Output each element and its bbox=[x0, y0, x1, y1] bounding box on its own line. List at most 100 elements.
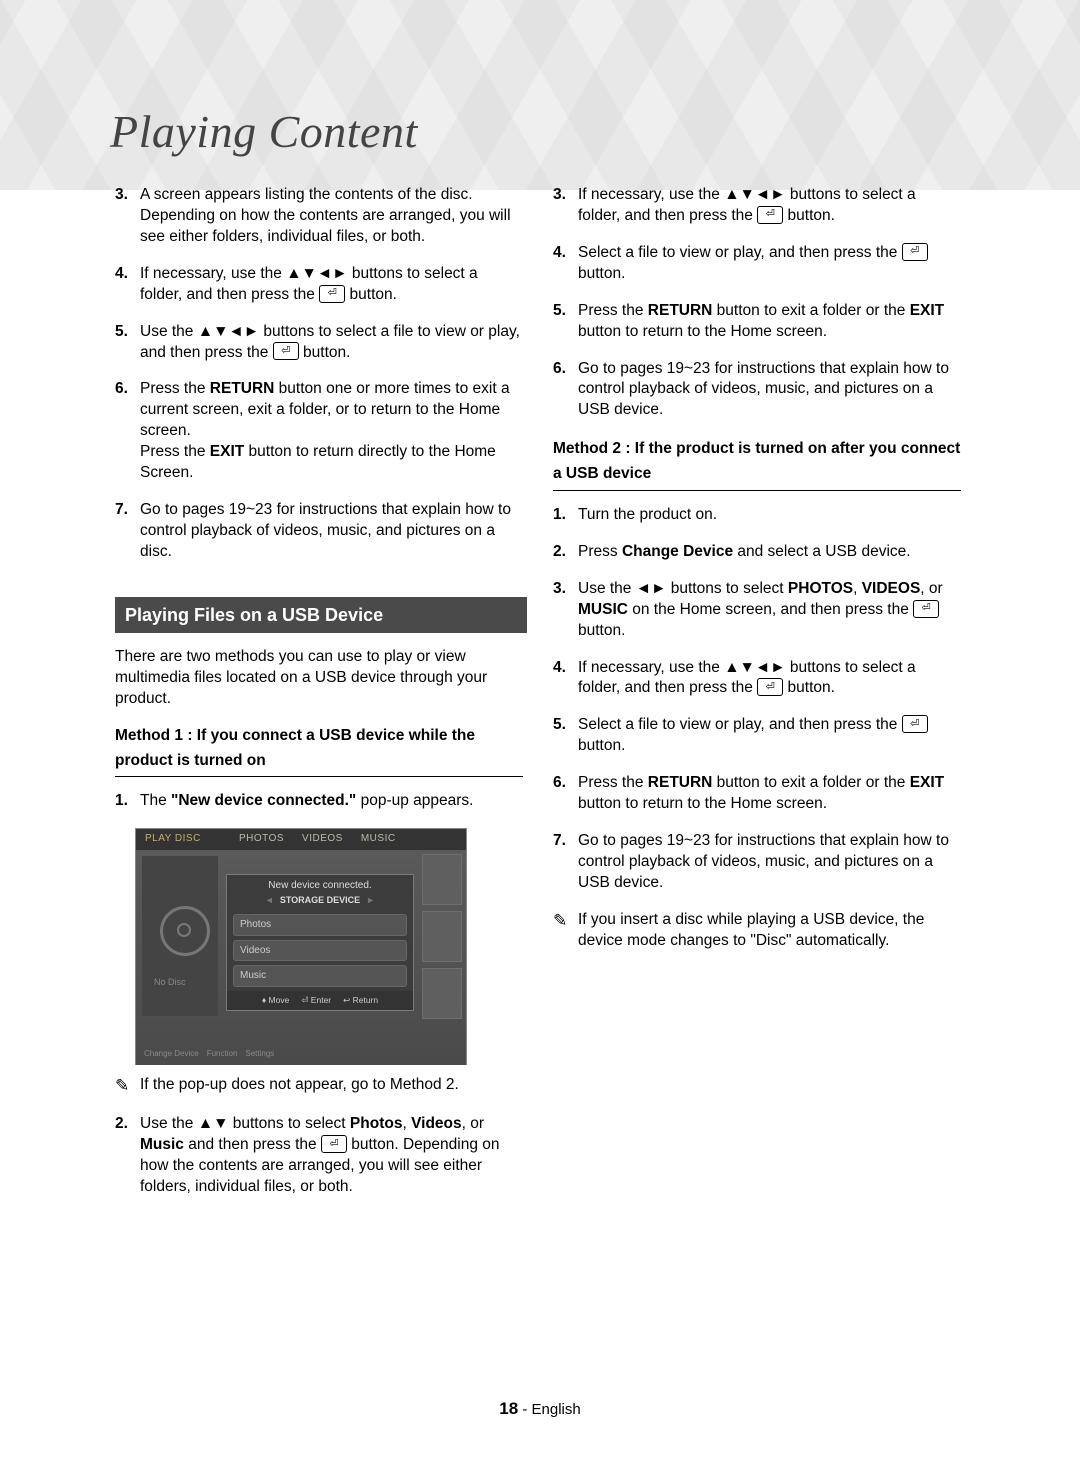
right-arrow-icon: ► bbox=[366, 894, 375, 906]
step-4: 4. If necessary, use the ▲▼◄► buttons to… bbox=[115, 264, 523, 306]
bottom-function: Function bbox=[207, 1049, 238, 1060]
popup-footer-move: ♦ Move bbox=[262, 995, 289, 1006]
step-body: If necessary, use the ▲▼◄► buttons to se… bbox=[578, 658, 961, 700]
m2-step-7: 7. Go to pages 19~23 for instructions th… bbox=[553, 831, 961, 894]
bold-text: RETURN bbox=[648, 302, 713, 319]
text: button to return to the Home screen. bbox=[578, 795, 827, 812]
method2-heading: Method 2 : If the product is turned on a… bbox=[553, 437, 961, 491]
page-title: Playing Content bbox=[110, 105, 418, 158]
m1-step-1: 1. The "New device connected." pop-up ap… bbox=[115, 791, 523, 812]
text: Press the bbox=[140, 380, 210, 397]
popup-item-photos: Photos bbox=[233, 914, 407, 936]
step-num: 4. bbox=[553, 658, 578, 700]
bold-text: PHOTOS bbox=[788, 580, 853, 597]
text: and select a USB device. bbox=[733, 543, 911, 560]
step-num: 6. bbox=[553, 359, 578, 422]
step-body: Go to pages 19~23 for instructions that … bbox=[578, 359, 961, 422]
tile-icon bbox=[422, 968, 462, 1019]
enter-icon: ⏎ bbox=[321, 1135, 347, 1153]
bold-text: Photos bbox=[350, 1115, 403, 1132]
note-icon: ✎ bbox=[553, 910, 578, 952]
text: button. bbox=[783, 679, 835, 696]
step-body: If necessary, use the ▲▼◄► buttons to se… bbox=[140, 264, 523, 306]
step-body: Turn the product on. bbox=[578, 505, 961, 526]
r-step-3: 3. If necessary, use the ▲▼◄► buttons to… bbox=[553, 185, 961, 227]
ds-tab-photos: PHOTOS bbox=[230, 829, 293, 850]
step-body: Press the RETURN button to exit a folder… bbox=[578, 301, 961, 343]
bold-text: VIDEOS bbox=[862, 580, 921, 597]
step-num: 2. bbox=[115, 1114, 140, 1198]
step-7: 7. Go to pages 19~23 for instructions th… bbox=[115, 500, 523, 563]
text: Use the bbox=[140, 323, 198, 340]
step-num: 5. bbox=[553, 301, 578, 343]
text: Use the bbox=[140, 1115, 198, 1132]
text: on the Home screen, and then press the bbox=[628, 601, 913, 618]
popup-footer-return: ↩ Return bbox=[343, 995, 378, 1006]
step-num: 2. bbox=[553, 542, 578, 563]
step-body: Go to pages 19~23 for instructions that … bbox=[140, 500, 523, 563]
text: button. bbox=[299, 344, 351, 361]
step-body: Press Change Device and select a USB dev… bbox=[578, 542, 961, 563]
text: buttons to select bbox=[666, 580, 788, 597]
method1-heading: Method 1 : If you connect a USB device w… bbox=[115, 724, 523, 778]
disc-icon bbox=[160, 906, 210, 956]
ds-tab-videos: VIDEOS bbox=[293, 829, 352, 850]
step-num: 1. bbox=[115, 791, 140, 812]
step-body: Press the RETURN button one or more time… bbox=[140, 379, 523, 484]
tile-icon bbox=[422, 911, 462, 962]
text: and then press the bbox=[184, 1136, 321, 1153]
enter-icon: ⏎ bbox=[902, 715, 928, 733]
step-num: 6. bbox=[115, 379, 140, 484]
step-num: 1. bbox=[553, 505, 578, 526]
m2-step-2: 2. Press Change Device and select a USB … bbox=[553, 542, 961, 563]
step-num: 6. bbox=[553, 773, 578, 815]
left-arrow-icon: ◄ bbox=[265, 894, 274, 906]
bold-text: RETURN bbox=[210, 380, 275, 397]
text: Press the bbox=[578, 774, 648, 791]
text: Select a file to view or play, and then … bbox=[578, 244, 902, 261]
bold-text: Music bbox=[140, 1136, 184, 1153]
m2-step-6: 6. Press the RETURN button to exit a fol… bbox=[553, 773, 961, 815]
enter-icon: ⏎ bbox=[913, 600, 939, 618]
m2-step-3: 3. Use the ◄► buttons to select PHOTOS, … bbox=[553, 579, 961, 642]
note-icon: ✎ bbox=[115, 1075, 140, 1098]
note-body: If the pop-up does not appear, go to Met… bbox=[140, 1075, 523, 1098]
text: pop-up appears. bbox=[356, 792, 473, 809]
text: button. bbox=[578, 737, 625, 754]
text: button. bbox=[578, 622, 625, 639]
text: Use the bbox=[578, 580, 636, 597]
header-pattern bbox=[0, 0, 1080, 190]
step-body: Use the ◄► buttons to select PHOTOS, VID… bbox=[578, 579, 961, 642]
section-bar-usb: Playing Files on a USB Device bbox=[115, 597, 527, 633]
step-3: 3. A screen appears listing the contents… bbox=[115, 185, 523, 248]
arrows-icon: ▲▼◄► bbox=[198, 323, 259, 340]
m2-step-4: 4. If necessary, use the ▲▼◄► buttons to… bbox=[553, 658, 961, 700]
device-popup-screenshot: PLAY DISC PHOTOS VIDEOS MUSIC No Disc Ne… bbox=[135, 828, 467, 1065]
bold-text: EXIT bbox=[210, 443, 244, 460]
text: button to exit a folder or the bbox=[712, 774, 909, 791]
tile-icon bbox=[422, 854, 462, 905]
no-disc-label: No Disc bbox=[154, 976, 186, 988]
footer-sep: - bbox=[518, 1401, 531, 1418]
text: The bbox=[140, 792, 171, 809]
bold-text: EXIT bbox=[910, 774, 944, 791]
enter-icon: ⏎ bbox=[319, 285, 345, 303]
note-disc-auto: ✎ If you insert a disc while playing a U… bbox=[553, 910, 961, 952]
text: buttons to select bbox=[228, 1115, 350, 1132]
text: Press the bbox=[140, 443, 210, 460]
step-num: 3. bbox=[115, 185, 140, 248]
step-body: Go to pages 19~23 for instructions that … bbox=[578, 831, 961, 894]
text: button to return to the Home screen. bbox=[578, 323, 827, 340]
text: , bbox=[853, 580, 862, 597]
step-body: Select a file to view or play, and then … bbox=[578, 715, 961, 757]
text: button to exit a folder or the bbox=[712, 302, 909, 319]
arrows-icon: ▲▼ bbox=[198, 1115, 229, 1132]
step-num: 7. bbox=[553, 831, 578, 894]
text: , or bbox=[920, 580, 942, 597]
step-num: 3. bbox=[553, 185, 578, 227]
enter-icon: ⏎ bbox=[273, 342, 299, 360]
ds-tab-playdisc: PLAY DISC bbox=[136, 829, 230, 850]
step-num: 4. bbox=[553, 243, 578, 285]
step-body: Select a file to view or play, and then … bbox=[578, 243, 961, 285]
popup-title: New device connected. bbox=[227, 875, 413, 894]
